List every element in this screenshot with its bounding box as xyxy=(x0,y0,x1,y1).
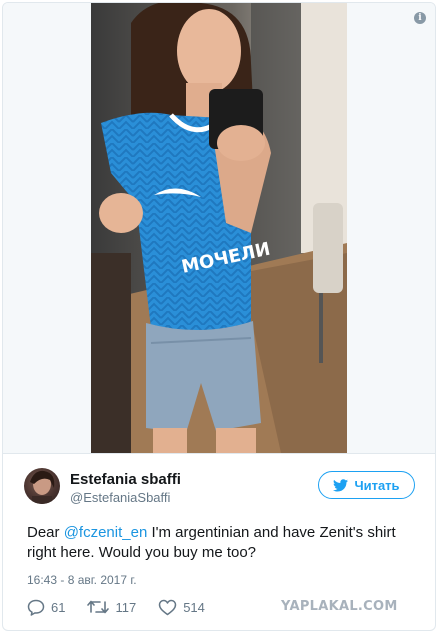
info-icon[interactable]: i xyxy=(414,12,426,24)
twitter-bird-icon xyxy=(333,478,349,491)
retweet-count: 117 xyxy=(115,599,137,615)
follow-button-label: Читать xyxy=(354,477,400,493)
reply-count: 61 xyxy=(51,599,66,615)
like-count: 514 xyxy=(183,599,205,615)
tweet-media-area: МОЧЕЛИ i xyxy=(3,3,435,453)
tweet-card: МОЧЕЛИ i Estefania sbaffi @EstefaniaSbaf… xyxy=(2,2,436,631)
tweet-text-before: Dear xyxy=(27,524,64,541)
retweet-icon xyxy=(87,600,110,614)
reply-icon xyxy=(27,599,45,616)
like-action[interactable]: 514 xyxy=(158,599,205,616)
heart-icon xyxy=(158,599,177,615)
retweet-action[interactable]: 117 xyxy=(87,599,136,615)
avatar-image xyxy=(30,470,55,504)
tweet-text: Dear @fczenit_en I'm argentinian and hav… xyxy=(27,523,419,563)
watermark: YAPLAKAL.COM xyxy=(281,599,398,614)
avatar[interactable] xyxy=(24,468,60,504)
tweet-actions: 61 117 514 xyxy=(27,597,227,617)
author-display-name[interactable]: Estefania sbaffi xyxy=(70,471,181,488)
selfie-illustration: МОЧЕЛИ xyxy=(91,3,347,453)
tweet-photo[interactable]: МОЧЕЛИ xyxy=(91,3,347,453)
tweet-timestamp[interactable]: 16:43 - 8 авг. 2017 г. xyxy=(27,573,137,587)
follow-button[interactable]: Читать xyxy=(318,471,415,499)
author-screen-name[interactable]: @EstefaniaSbaffi xyxy=(70,490,170,505)
mention-link[interactable]: @fczenit_en xyxy=(64,524,148,541)
reply-action[interactable]: 61 xyxy=(27,599,65,616)
divider xyxy=(3,453,435,454)
